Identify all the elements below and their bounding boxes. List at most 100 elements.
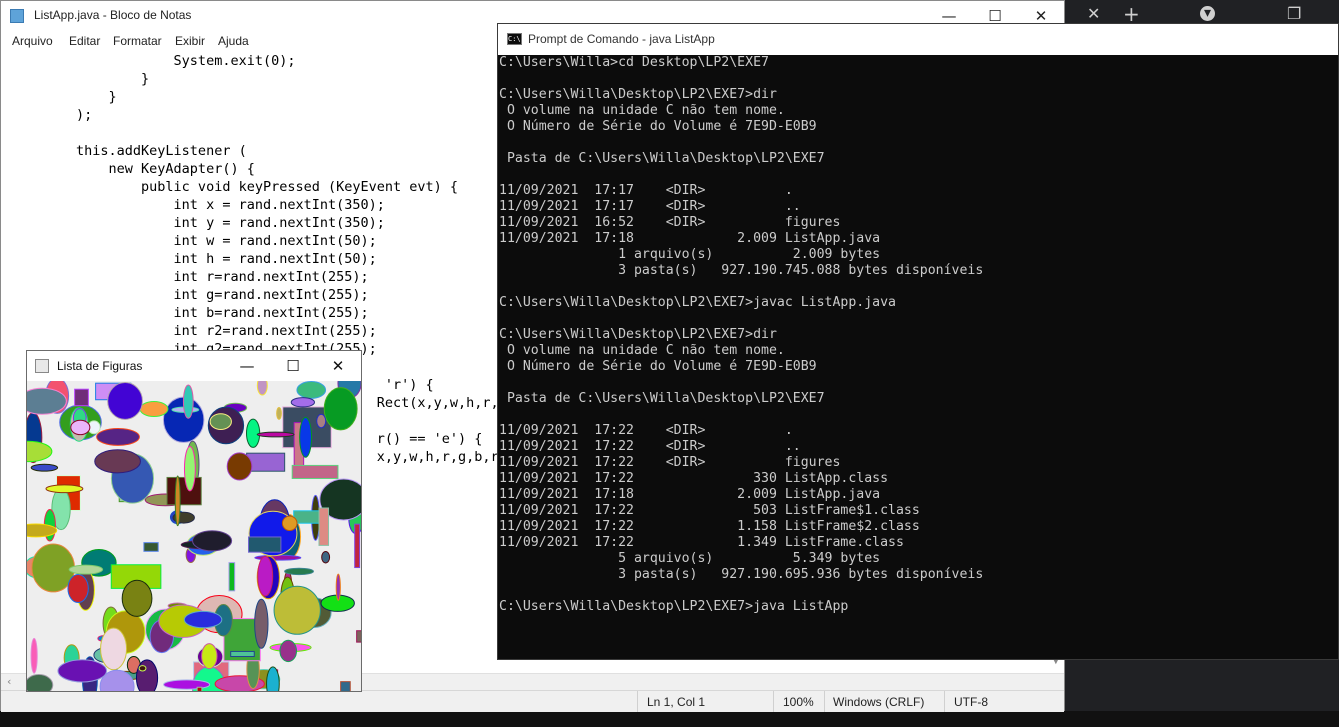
figure-ellipse [30, 637, 38, 674]
figure-ellipse [57, 659, 108, 683]
code-line: } [11, 71, 150, 87]
figure-ellipse [100, 627, 128, 671]
swing-close-button[interactable]: ✕ [315, 351, 361, 381]
console-line: 11/09/2021 17:22 1.349 ListFrame.class [499, 535, 904, 550]
figure-ellipse [209, 413, 232, 431]
figure-ellipse [321, 550, 331, 564]
console-line: C:\Users\Willa\Desktop\LP2\EXE7>java Lis… [499, 599, 849, 614]
console-line: Pasta de C:\Users\Willa\Desktop\LP2\EXE7 [499, 151, 825, 166]
console-line: 11/09/2021 17:18 2.009 ListApp.java [499, 487, 881, 502]
figure-ellipse [174, 475, 181, 527]
figure-ellipse [107, 382, 143, 420]
figure-ellipse [67, 574, 89, 604]
figure-ellipse [276, 406, 282, 420]
swing-titlebar[interactable]: Lista de Figuras — ☐ ✕ [27, 351, 361, 381]
console-line: Pasta de C:\Users\Willa\Desktop\LP2\EXE7 [499, 391, 825, 406]
console-line: C:\Users\Willa>cd Desktop\LP2\EXE7 [499, 55, 769, 70]
cmd-title: Prompt de Comando - java ListApp [528, 32, 715, 46]
console-line: 11/09/2021 17:22 <DIR> . [499, 423, 793, 438]
status-divider [773, 691, 774, 712]
figure-ellipse [45, 484, 84, 494]
console-line: 1 arquivo(s) 2.009 bytes [499, 247, 881, 262]
figure-rect [356, 630, 361, 643]
console-line: 11/09/2021 17:22 <DIR> figures [499, 455, 841, 470]
figure-rect [354, 523, 361, 569]
figure-rect [228, 562, 236, 592]
figure-rect [291, 464, 339, 479]
menu-formatar[interactable]: Formatar [113, 34, 162, 48]
figure-rect [318, 507, 330, 546]
console-line: 11/09/2021 17:18 2.009 ListApp.java [499, 231, 881, 246]
code-line: int r2=rand.nextInt(255); [11, 323, 377, 339]
code-line: int b=rand.nextInt(255); [11, 305, 369, 321]
figure-rect [143, 542, 159, 552]
figure-rect [340, 681, 351, 691]
status-divider [637, 691, 638, 712]
swing-minimize-button[interactable]: — [224, 351, 270, 381]
scroll-left-icon[interactable]: ‹ [7, 675, 11, 688]
taskbar-edge [0, 711, 1339, 727]
tab-list-icon[interactable]: ▾ [1200, 6, 1215, 21]
figure-ellipse [96, 427, 140, 446]
cmd-titlebar[interactable]: C:\ Prompt de Comando - java ListApp [498, 24, 1338, 55]
command-prompt-window: C:\ Prompt de Comando - java ListApp C:\… [497, 23, 1339, 660]
code-line: public void keyPressed (KeyEvent evt) { [11, 179, 459, 195]
figure-ellipse [68, 564, 104, 575]
code-line: int g=rand.nextInt(255); [11, 287, 369, 303]
tab-close-icon[interactable]: ✕ [1087, 4, 1100, 23]
console-line: 11/09/2021 17:17 <DIR> .. [499, 199, 801, 214]
restore-icon[interactable]: ❐ [1287, 4, 1301, 23]
status-divider [824, 691, 825, 712]
figure-ellipse [299, 416, 313, 458]
menu-arquivo[interactable]: Arquivo [12, 34, 53, 48]
console-line: 11/09/2021 17:22 503 ListFrame$1.class [499, 503, 920, 518]
figure-ellipse [316, 413, 327, 429]
figure-ellipse [27, 440, 53, 463]
menu-editar[interactable]: Editar [69, 34, 100, 48]
cmd-icon: C:\ [507, 33, 522, 45]
status-position: Ln 1, Col 1 [647, 695, 706, 709]
swing-title: Lista de Figuras [57, 359, 143, 373]
code-line: int w = rand.nextInt(50); [11, 233, 377, 249]
figure-ellipse [290, 397, 315, 408]
figure-ellipse [183, 445, 196, 492]
console-line: O volume na unidade C não tem nome. [499, 103, 785, 118]
console-line: 3 pasta(s) 927.190.745.088 bytes disponí… [499, 263, 984, 278]
figure-ellipse [163, 679, 211, 690]
console-line: O Número de Série do Volume é 7E9D-E0B9 [499, 359, 817, 374]
code-line: int y = rand.nextInt(350); [11, 215, 385, 231]
cmd-console[interactable]: C:\Users\Willa>cd Desktop\LP2\EXE7 C:\Use… [498, 55, 1338, 660]
figure-ellipse [27, 674, 54, 691]
code-line: ); [11, 107, 93, 123]
figure-ellipse [266, 666, 280, 691]
code-line: int h = rand.nextInt(50); [11, 251, 377, 267]
code-line: this.addKeyListener ( [11, 143, 247, 159]
figure-rect [246, 452, 286, 472]
figure-ellipse [94, 449, 141, 474]
figure-ellipse [121, 579, 153, 617]
java-icon [35, 359, 49, 373]
figure-ellipse [245, 418, 261, 448]
console-line: 3 pasta(s) 927.190.695.936 bytes disponí… [499, 567, 984, 582]
figure-ellipse [279, 639, 298, 663]
figure-ellipse [30, 463, 59, 472]
figures-canvas[interactable] [27, 381, 361, 691]
status-encoding: UTF-8 [954, 695, 988, 709]
figure-ellipse [335, 573, 341, 601]
status-zoom: 100% [783, 695, 814, 709]
code-line: int x = rand.nextInt(350); [11, 197, 385, 213]
figure-ellipse [139, 401, 169, 418]
notepad-icon [10, 9, 24, 23]
menu-ajuda[interactable]: Ajuda [218, 34, 249, 48]
figures-drawing [27, 381, 361, 691]
figure-ellipse [257, 555, 274, 597]
code-line: new KeyAdapter() { [11, 161, 255, 177]
console-line: O Número de Série do Volume é 7E9D-E0B9 [499, 119, 817, 134]
swing-maximize-button[interactable]: ☐ [270, 351, 316, 381]
menu-exibir[interactable]: Exibir [175, 34, 205, 48]
figure-ellipse [27, 387, 67, 415]
figure-ellipse [226, 452, 253, 481]
figure-ellipse [183, 610, 223, 629]
console-line: 11/09/2021 16:52 <DIR> figures [499, 215, 841, 230]
status-divider [944, 691, 945, 712]
